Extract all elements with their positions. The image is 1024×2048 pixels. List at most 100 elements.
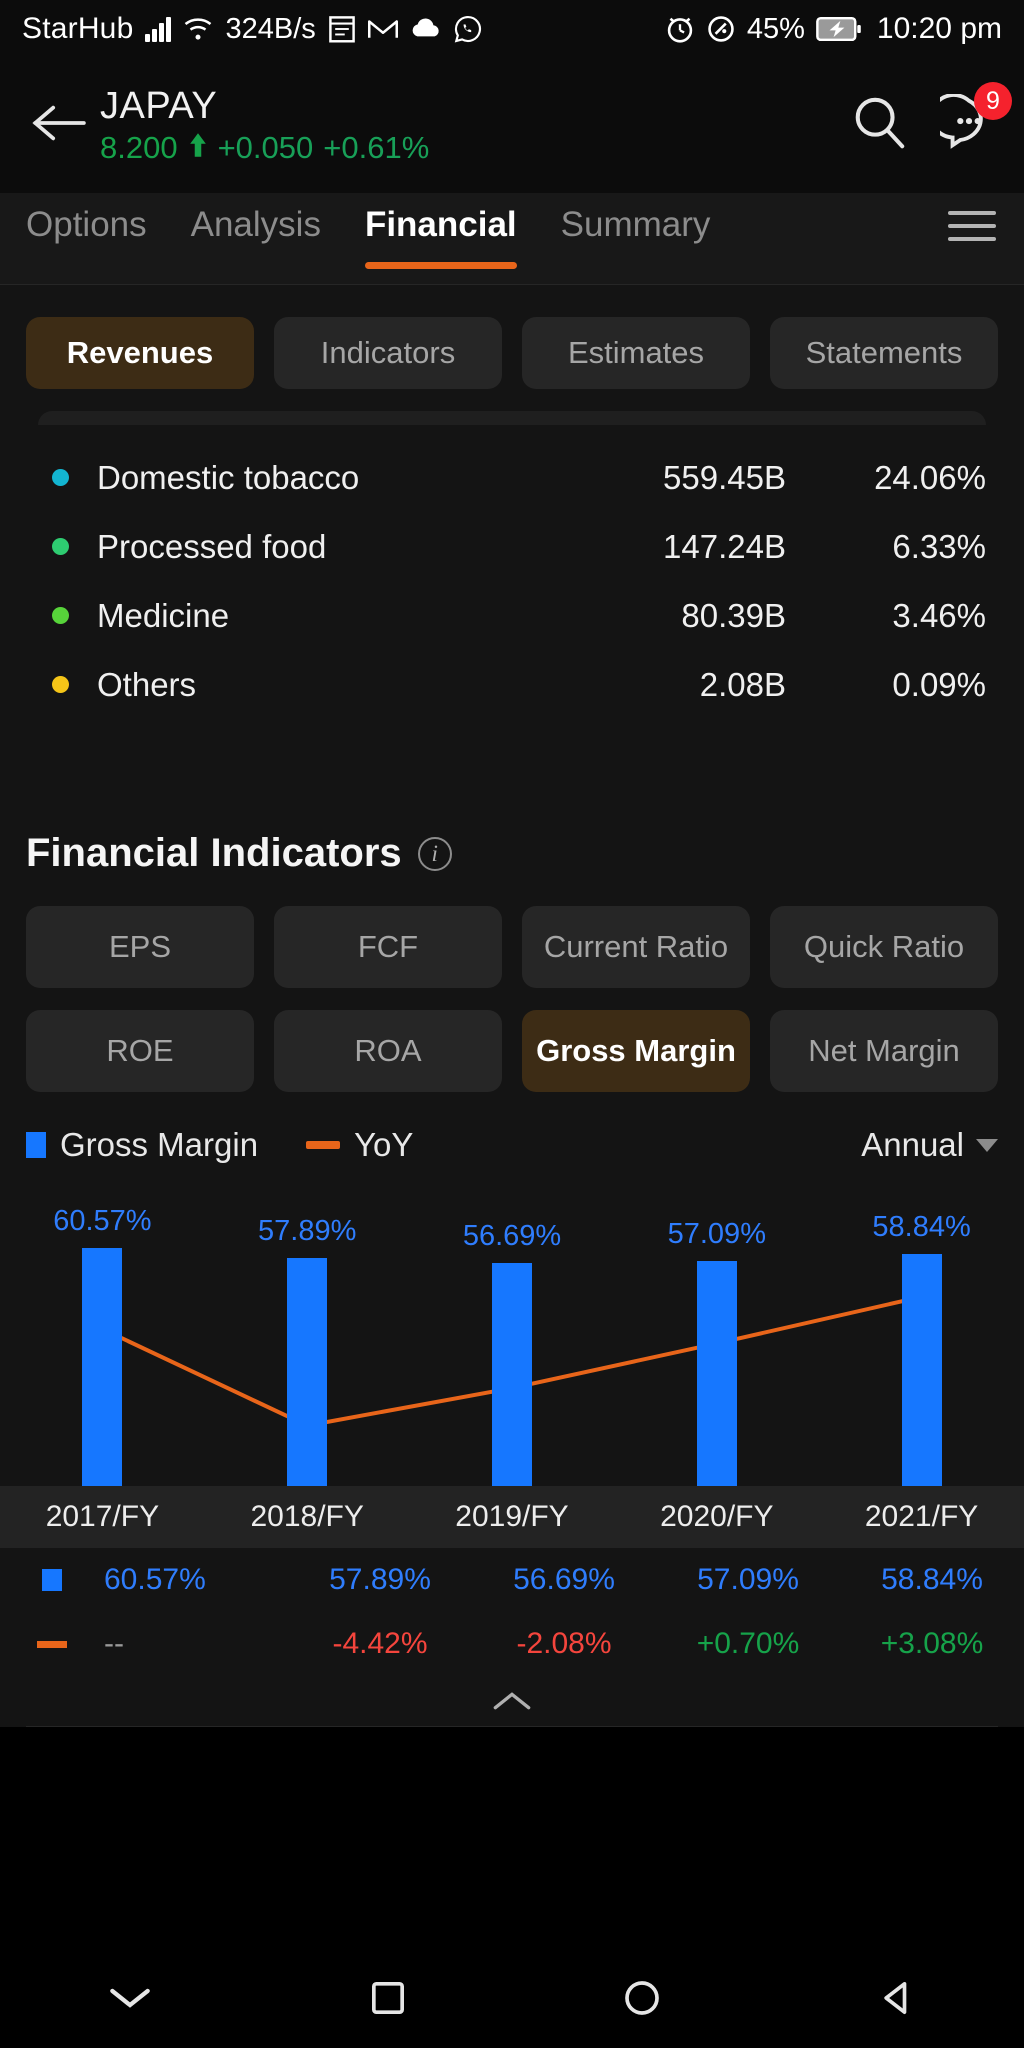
chart-bar-label: 57.89% — [258, 1215, 357, 1248]
table-row[interactable]: Domestic tobacco 559.45B 24.06% — [38, 443, 986, 512]
tab-summary[interactable]: Summary — [539, 193, 733, 245]
revenue-segment-pct: 6.33% — [892, 527, 986, 565]
indicator-button-grid: EPS FCF Current Ratio Quick Ratio ROE RO… — [0, 876, 1024, 1092]
gross-margin-value: 56.69% — [513, 1563, 615, 1596]
subtab-estimates[interactable]: Estimates — [522, 317, 750, 389]
x-tick-label: 2019/FY — [455, 1500, 569, 1533]
indicator-label: Net Margin — [808, 1033, 960, 1068]
wifi-icon — [183, 16, 213, 42]
table-row[interactable]: Others 2.08B 0.09% — [38, 650, 986, 719]
tab-analysis[interactable]: Analysis — [169, 193, 343, 245]
legend-dot-icon — [52, 676, 69, 693]
info-icon[interactable]: i — [417, 836, 452, 871]
last-price: 8.200 — [100, 130, 178, 165]
table-row[interactable]: Medicine 80.39B 3.46% — [38, 581, 986, 650]
indicator-button-roe[interactable]: ROE — [26, 1010, 254, 1092]
quote-row: 8.200 +0.050 +0.61% — [100, 130, 429, 166]
revenue-segment-name: Domestic tobacco — [97, 458, 360, 496]
chart-bar-label: 57.09% — [667, 1218, 766, 1251]
gross-margin-value: 57.89% — [329, 1563, 431, 1596]
tab-financial[interactable]: Financial — [343, 193, 539, 269]
indicator-button-roa[interactable]: ROA — [274, 1010, 502, 1092]
indicator-button-quick-ratio[interactable]: Quick Ratio — [770, 906, 998, 988]
legend-line-icon — [306, 1141, 341, 1149]
indicator-button-fcf[interactable]: FCF — [274, 906, 502, 988]
subtab-indicators[interactable]: Indicators — [274, 317, 502, 389]
tab-options[interactable]: Options — [4, 193, 169, 245]
legend-square-icon — [26, 1132, 46, 1158]
indicator-label: Gross Margin — [536, 1033, 736, 1068]
legend-dot-icon — [52, 607, 69, 624]
alarm-icon — [665, 14, 695, 44]
whatsapp-icon — [454, 15, 482, 43]
legend-item-gross-margin[interactable]: Gross Margin — [26, 1126, 258, 1164]
subtab-label: Indicators — [320, 335, 456, 370]
subtab-revenues[interactable]: Revenues — [26, 317, 254, 389]
period-label: Annual — [861, 1126, 964, 1163]
legend-dot-icon — [52, 469, 69, 486]
subtab-label: Revenues — [66, 335, 214, 370]
yoy-value: +3.08% — [880, 1627, 984, 1660]
status-bar: StarHub 324B/s 45% 10:20 pm — [0, 0, 1024, 58]
main-tab-bar: Options Analysis Financial Summary — [0, 193, 1024, 285]
revenue-segment-pct: 3.46% — [892, 596, 986, 634]
dnd-icon — [706, 14, 736, 44]
indicator-label: FCF — [357, 929, 419, 964]
battery-charging-icon — [816, 15, 862, 43]
indicator-button-eps[interactable]: EPS — [26, 906, 254, 988]
tab-label: Financial — [364, 205, 517, 244]
subtab-label: Estimates — [567, 335, 705, 370]
indicator-button-net-margin[interactable]: Net Margin — [770, 1010, 998, 1092]
clock-label: 10:20 pm — [876, 12, 1002, 45]
chart-bar-label: 58.84% — [872, 1211, 971, 1244]
gross-margin-chart[interactable]: 60.57% 57.89% 56.69% 57.09% 58.84% — [0, 1194, 1024, 1486]
revenue-segment-pct: 0.09% — [892, 665, 986, 703]
yoy-value: +0.70% — [696, 1627, 800, 1660]
financial-panel: Revenues Indicators Estimates Statements… — [0, 285, 1024, 1727]
chart-bar — [82, 1247, 123, 1486]
revenue-segment-value: 80.39B — [681, 596, 786, 634]
x-tick-label: 2017/FY — [45, 1500, 160, 1533]
price-change: +0.050 — [217, 130, 314, 165]
triangle-back-icon[interactable] — [877, 1978, 917, 2023]
table-row[interactable]: Processed food 147.24B 6.33% — [38, 512, 986, 581]
legend-item-yoy[interactable]: YoY — [306, 1126, 413, 1164]
chevron-down-icon[interactable] — [107, 1983, 153, 2018]
legend-label: YoY — [354, 1126, 414, 1163]
square-recents-icon[interactable] — [368, 1978, 408, 2023]
status-badge: 9 — [974, 82, 1012, 120]
indicator-label: Current Ratio — [543, 929, 729, 964]
indicator-button-current-ratio[interactable]: Current Ratio — [522, 906, 750, 988]
tab-label: Summary — [560, 205, 711, 244]
indicator-label: EPS — [108, 929, 172, 964]
period-selector[interactable]: Annual — [861, 1126, 998, 1164]
section-title: Financial Indicators — [26, 831, 402, 875]
indicator-button-gross-margin[interactable]: Gross Margin — [522, 1010, 750, 1092]
circle-home-icon[interactable] — [622, 1978, 662, 2023]
legend-label: Gross Margin — [60, 1126, 259, 1163]
x-tick-label: 2020/FY — [660, 1500, 774, 1533]
active-tab-indicator — [364, 262, 517, 269]
search-icon[interactable] — [850, 94, 908, 157]
subtab-statements[interactable]: Statements — [770, 317, 998, 389]
tab-label: Options — [26, 205, 147, 244]
gross-margin-value: 58.84% — [881, 1563, 983, 1596]
collapse-table-button[interactable] — [0, 1676, 1024, 1726]
gross-margin-value: 57.09% — [697, 1563, 799, 1596]
battery-percent-label: 45% — [746, 12, 805, 45]
revenue-segment-value: 2.08B — [699, 665, 786, 703]
table-row: 60.57% 57.89% 56.69% 57.09% 58.84% — [0, 1548, 1024, 1612]
indicator-label: ROA — [354, 1033, 422, 1068]
back-button[interactable] — [26, 92, 94, 160]
tab-label: Analysis — [190, 205, 321, 244]
indicator-label: Quick Ratio — [803, 929, 965, 964]
table-row: -- -4.42% -2.08% +0.70% +3.08% — [0, 1612, 1024, 1676]
revenue-segment-name: Others — [97, 665, 197, 703]
chat-more-button[interactable]: 9 — [929, 82, 1012, 157]
back-arrow-icon — [31, 101, 89, 150]
chart-bar — [696, 1261, 737, 1486]
divider — [26, 1726, 998, 1727]
hamburger-menu-icon[interactable] — [928, 193, 1024, 241]
price-change-pct: +0.61% — [323, 130, 430, 165]
calendar-icon — [328, 14, 356, 44]
